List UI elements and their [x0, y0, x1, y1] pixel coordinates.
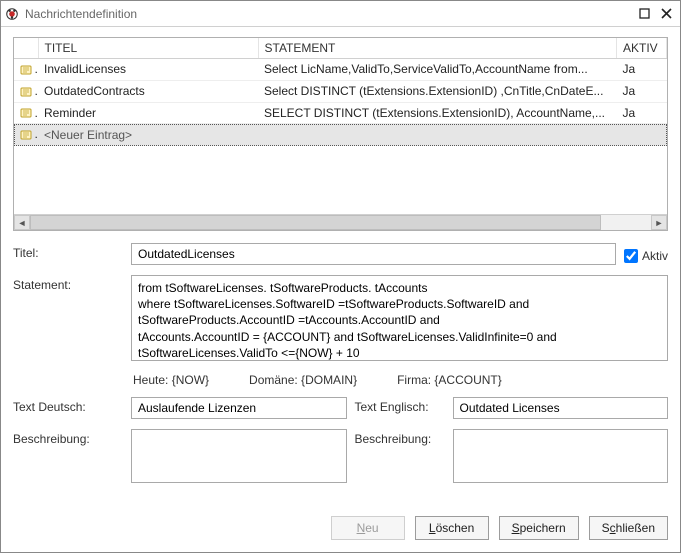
label-aktiv: Aktiv	[642, 249, 668, 263]
aktiv-checkbox-wrap[interactable]: Aktiv	[624, 246, 668, 263]
table-row[interactable]: Reminder SELECT DISTINCT (tExtensions.Ex…	[14, 102, 667, 124]
placeholder-hints: Heute: {NOW} Domäne: {DOMAIN} Firma: {AC…	[131, 371, 668, 387]
desc-en-textarea[interactable]	[453, 429, 669, 483]
new-entry-row[interactable]: <Neuer Eintrag>	[14, 124, 667, 146]
label-text-en: Text Englisch:	[355, 397, 445, 414]
dialog-buttons: Neu Löschen Speichern Schließen	[1, 508, 680, 552]
label-statement: Statement:	[13, 275, 123, 292]
grid-horizontal-scrollbar[interactable]: ◄ ►	[14, 214, 667, 230]
messages-grid[interactable]: TITEL STATEMENT AKTIV InvalidLicenses Se…	[13, 37, 668, 231]
app-icon	[5, 7, 19, 21]
neu-button[interactable]: Neu	[331, 516, 405, 540]
message-icon	[20, 85, 34, 99]
message-icon	[20, 63, 34, 77]
titel-input[interactable]	[131, 243, 616, 265]
text-de-input[interactable]	[131, 397, 347, 419]
table-row[interactable]: InvalidLicenses Select LicName,ValidTo,S…	[14, 59, 667, 81]
col-header-aktiv[interactable]: AKTIV	[617, 38, 667, 59]
loeschen-button[interactable]: Löschen	[415, 516, 489, 540]
aktiv-checkbox[interactable]	[624, 249, 638, 263]
text-en-input[interactable]	[453, 397, 669, 419]
label-text-de: Text Deutsch:	[13, 397, 123, 414]
message-icon	[20, 128, 34, 142]
close-button[interactable]	[658, 6, 674, 22]
scroll-left-icon[interactable]: ◄	[14, 215, 30, 230]
message-icon	[20, 106, 34, 120]
table-row[interactable]: OutdatedContracts Select DISTINCT (tExte…	[14, 80, 667, 102]
col-header-statement[interactable]: STATEMENT	[258, 38, 617, 59]
statement-textarea[interactable]	[131, 275, 668, 361]
hint-domaene: Domäne: {DOMAIN}	[249, 373, 357, 387]
label-desc-en: Beschreibung:	[355, 429, 445, 446]
titlebar: Nachrichtendefinition	[1, 1, 680, 27]
scroll-right-icon[interactable]: ►	[651, 215, 667, 230]
hint-firma: Firma: {ACCOUNT}	[397, 373, 502, 387]
col-header-titel[interactable]: TITEL	[38, 38, 258, 59]
speichern-button[interactable]: Speichern	[499, 516, 579, 540]
maximize-button[interactable]	[636, 6, 652, 22]
schliessen-button[interactable]: Schließen	[589, 516, 668, 540]
window-title: Nachrichtendefinition	[25, 7, 630, 21]
desc-de-textarea[interactable]	[131, 429, 347, 483]
hint-heute: Heute: {NOW}	[133, 373, 209, 387]
label-titel: Titel:	[13, 243, 123, 260]
grid-header-row: TITEL STATEMENT AKTIV	[14, 38, 667, 59]
label-desc-de: Beschreibung:	[13, 429, 123, 446]
